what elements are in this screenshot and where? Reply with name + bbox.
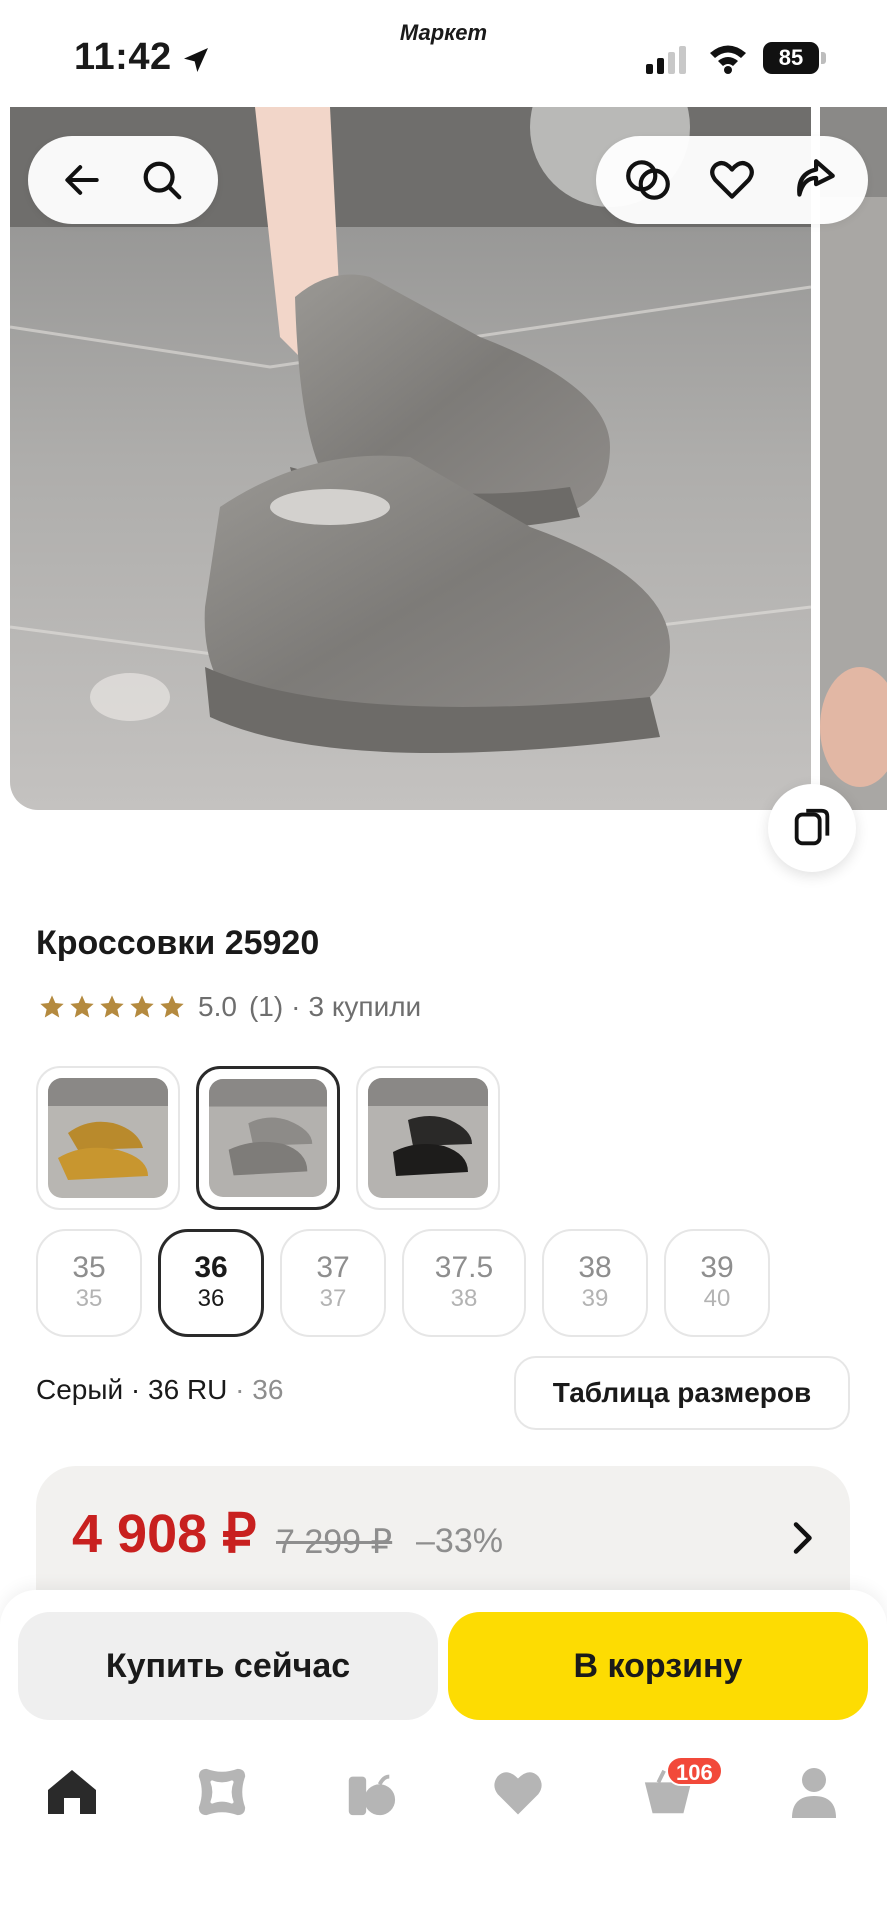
tab-grocery[interactable] xyxy=(340,1762,400,1822)
selected-size-ru: 36 RU xyxy=(148,1374,228,1405)
grocery-icon xyxy=(348,1774,396,1816)
separator: · xyxy=(227,1374,253,1405)
favorites-icon xyxy=(494,1772,542,1815)
size-sub-label: 36 xyxy=(197,1285,225,1312)
size-main-label: 39 xyxy=(700,1251,734,1284)
variant-silver[interactable] xyxy=(196,1066,340,1210)
tab-catalog[interactable] xyxy=(192,1762,252,1822)
current-price: 4 908 ₽ xyxy=(72,1504,257,1564)
wifi-icon xyxy=(710,45,746,74)
rating-row[interactable]: 5.0 (1) · 3 купили xyxy=(38,989,421,1025)
size-main-label: 37 xyxy=(316,1251,350,1284)
add-to-cart-button[interactable]: В корзину xyxy=(448,1612,868,1720)
rating-value: 5.0 xyxy=(198,991,237,1022)
location-arrow-icon xyxy=(184,48,208,72)
rating-stars xyxy=(38,993,186,1021)
compare-button[interactable] xyxy=(620,152,676,208)
variant-gold-image xyxy=(48,1078,168,1198)
bottom-panel: Купить сейчас В корзину 106 xyxy=(0,1590,887,1920)
favorite-button[interactable] xyxy=(704,152,760,208)
cart-badge: 106 xyxy=(666,1756,723,1786)
bought-count: 3 купили xyxy=(308,991,422,1022)
gallery-nav-left xyxy=(28,136,218,224)
variant-black[interactable] xyxy=(356,1066,500,1210)
star-icon xyxy=(130,995,154,1018)
compare-cards-icon xyxy=(794,808,830,846)
color-variants xyxy=(36,1066,500,1210)
rating-count: (1) xyxy=(248,991,284,1022)
size-chip-37[interactable]: 37 37 xyxy=(280,1229,386,1337)
search-icon xyxy=(143,161,182,200)
variant-gold[interactable] xyxy=(36,1066,180,1210)
compare-icon xyxy=(626,160,670,200)
app-label: Маркет xyxy=(399,20,488,45)
old-price: 7 299 ₽ xyxy=(276,1523,393,1561)
size-main-label: 37.5 xyxy=(434,1251,494,1284)
size-chip-38[interactable]: 38 39 xyxy=(542,1229,648,1337)
gallery-nav-right xyxy=(596,136,868,224)
share-button[interactable] xyxy=(786,152,842,208)
size-main-label: 35 xyxy=(72,1251,106,1284)
heart-icon xyxy=(710,161,754,199)
selected-color: Серый xyxy=(36,1374,124,1405)
selected-options: Серый · 36 RU · 36 xyxy=(36,1374,283,1406)
size-sub-label: 35 xyxy=(75,1285,103,1312)
rating-separator: · xyxy=(291,991,301,1022)
cellular-signal-icon xyxy=(646,46,686,74)
tab-bar xyxy=(0,1762,887,1842)
size-chip-35[interactable]: 35 35 xyxy=(36,1229,142,1337)
selected-size-alt: 36 xyxy=(252,1374,284,1405)
battery-tip xyxy=(821,52,826,64)
star-icon xyxy=(160,995,184,1018)
home-icon xyxy=(48,1770,96,1814)
size-chip-36[interactable]: 36 36 xyxy=(158,1229,264,1337)
variant-silver-image xyxy=(209,1079,327,1197)
battery-icon: 85 xyxy=(763,42,827,74)
size-main-label: 38 xyxy=(578,1251,612,1284)
tab-favorites[interactable] xyxy=(488,1762,548,1822)
size-sub-label: 39 xyxy=(581,1285,609,1312)
star-icon xyxy=(70,995,94,1018)
separator: · xyxy=(123,1374,149,1405)
size-sub-label: 37 xyxy=(319,1285,347,1312)
tab-profile[interactable] xyxy=(784,1762,844,1822)
size-main-label: 36 xyxy=(194,1251,228,1284)
variant-black-image xyxy=(368,1078,488,1198)
star-icon xyxy=(40,995,64,1018)
battery-level: 85 xyxy=(763,42,819,74)
size-selector: 35 35 36 36 37 37 37.5 38 38 39 39 40 xyxy=(36,1229,770,1337)
back-button[interactable] xyxy=(54,152,110,208)
size-table-button[interactable]: Таблица размеров xyxy=(514,1356,850,1430)
back-arrow-icon xyxy=(65,165,99,195)
status-bar: 11:42 Маркет 85 xyxy=(0,0,887,108)
tab-home[interactable] xyxy=(42,1762,102,1822)
catalog-icon xyxy=(198,1768,246,1816)
product-title: Кроссовки 25920 xyxy=(36,924,320,962)
chevron-right-icon xyxy=(793,1522,812,1554)
profile-icon xyxy=(792,1768,836,1818)
compare-fab-button[interactable] xyxy=(768,784,856,872)
search-button[interactable] xyxy=(134,152,190,208)
share-icon xyxy=(797,159,835,197)
size-sub-label: 38 xyxy=(450,1285,478,1312)
discount-label: –33% xyxy=(416,1522,503,1560)
star-icon xyxy=(100,995,124,1018)
size-chip-37-5[interactable]: 37.5 38 xyxy=(402,1229,526,1337)
size-sub-label: 40 xyxy=(703,1285,731,1312)
size-chip-39[interactable]: 39 40 xyxy=(664,1229,770,1337)
buy-now-button[interactable]: Купить сейчас xyxy=(18,1612,438,1720)
